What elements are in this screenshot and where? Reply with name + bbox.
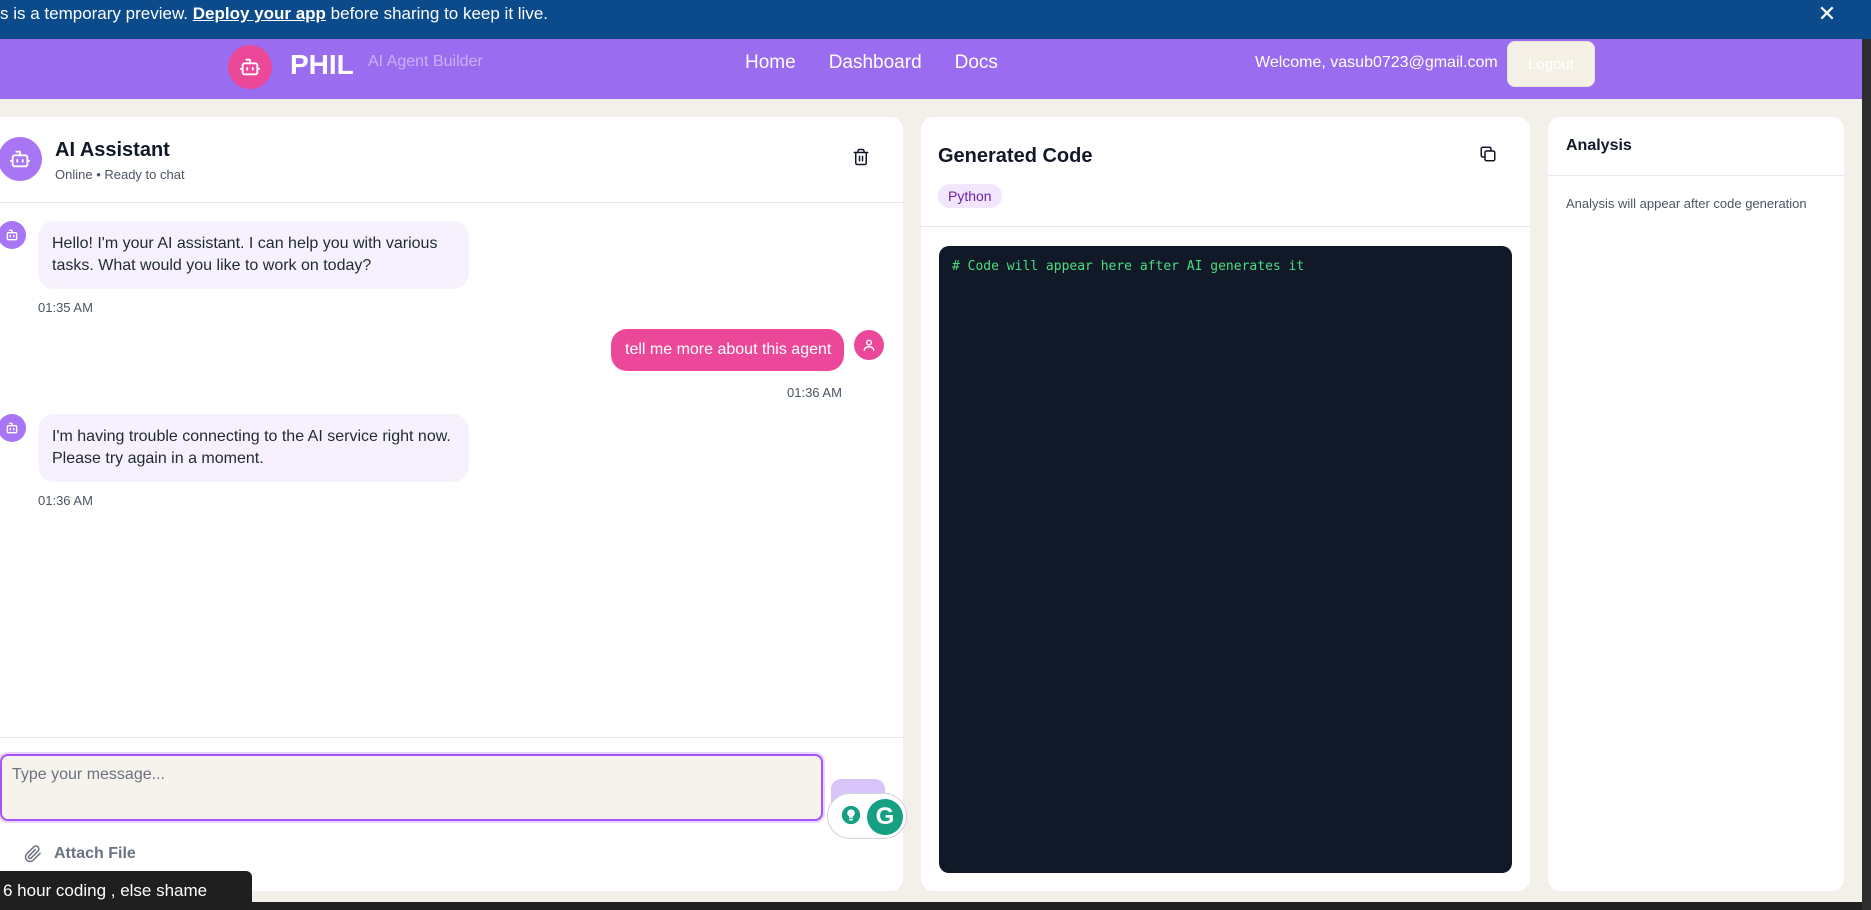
- bot-message-avatar: [0, 221, 26, 249]
- close-icon[interactable]: ✕: [1815, 1, 1839, 26]
- analysis-panel: Analysis Analysis will appear after code…: [1548, 117, 1844, 891]
- user-icon: [863, 339, 875, 351]
- code-panel: Generated Code Python # Code will appear…: [921, 117, 1530, 891]
- analysis-title: Analysis: [1566, 137, 1632, 154]
- attach-file-label: Attach File: [54, 845, 136, 862]
- bot-avatar: [0, 137, 42, 181]
- bot-message: Hello! I'm your AI assistant. I can help…: [38, 221, 469, 289]
- nav-links: Home Dashboard Docs: [745, 52, 998, 74]
- chat-status: Online • Ready to chat: [55, 167, 185, 182]
- robot-logo-icon[interactable]: [228, 45, 272, 89]
- taskbar: [252, 902, 1862, 910]
- chat-panel: AI Assistant Online • Ready to chat Hell…: [0, 117, 903, 891]
- bot-message-avatar: [0, 414, 26, 442]
- nav-link-home[interactable]: Home: [745, 52, 796, 74]
- copy-icon[interactable]: [1479, 145, 1497, 168]
- logout-button[interactable]: Logout: [1507, 41, 1595, 87]
- code-divider: [921, 226, 1530, 227]
- preview-banner: s is a temporary preview. Deploy your ap…: [0, 0, 1871, 39]
- welcome-text: Welcome, vasub0723@gmail.com: [1255, 54, 1498, 71]
- paperclip-icon: [24, 845, 41, 863]
- analysis-divider: [1548, 175, 1844, 176]
- banner-prefix: s is a temporary preview.: [0, 4, 193, 23]
- grammarly-widget[interactable]: G: [827, 793, 907, 839]
- window-edge: [1862, 39, 1871, 910]
- attach-file-button[interactable]: Attach File: [24, 845, 136, 863]
- lightbulb-icon: [841, 805, 861, 825]
- bot-message: I'm having trouble connecting to the AI …: [38, 414, 469, 482]
- language-badge: Python: [938, 184, 1002, 208]
- code-editor[interactable]: # Code will appear here after AI generat…: [939, 246, 1512, 873]
- robot-icon: [6, 422, 18, 434]
- brand-tagline: AI Agent Builder: [368, 53, 483, 70]
- message-time: 01:36 AM: [38, 493, 93, 508]
- taskbar-tooltip: 6 hour coding , else shame: [0, 871, 252, 910]
- deploy-app-link[interactable]: Deploy your app: [193, 4, 326, 23]
- brand-name[interactable]: PHIL: [290, 49, 354, 81]
- chat-header: AI Assistant Online • Ready to chat: [0, 117, 903, 203]
- user-message-avatar: [854, 330, 884, 360]
- chat-input-divider: [0, 737, 903, 738]
- message-time: 01:35 AM: [38, 300, 93, 315]
- chat-title: AI Assistant: [55, 139, 170, 161]
- message-input[interactable]: [0, 754, 823, 821]
- user-message: tell me more about this agent: [611, 329, 844, 371]
- grammarly-icon[interactable]: G: [867, 799, 903, 835]
- trash-icon[interactable]: [852, 147, 870, 172]
- banner-suffix: before sharing to keep it live.: [325, 4, 549, 23]
- robot-icon: [9, 150, 31, 168]
- preview-banner-text: s is a temporary preview. Deploy your ap…: [0, 4, 548, 24]
- analysis-placeholder: Analysis will appear after code generati…: [1566, 196, 1807, 211]
- nav-link-dashboard[interactable]: Dashboard: [829, 52, 922, 74]
- robot-icon: [6, 229, 18, 241]
- nav-link-docs[interactable]: Docs: [955, 52, 998, 74]
- message-time: 01:36 AM: [787, 385, 842, 400]
- top-nav: PHIL AI Agent Builder Home Dashboard Doc…: [0, 39, 1862, 99]
- code-panel-title: Generated Code: [938, 145, 1093, 167]
- code-content: # Code will appear here after AI generat…: [952, 259, 1305, 274]
